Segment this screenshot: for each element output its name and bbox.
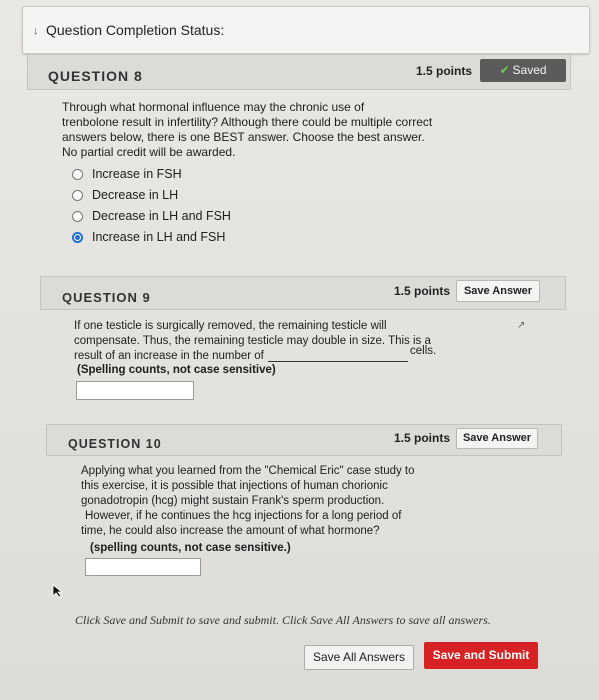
save-and-submit-button[interactable]: Save and Submit: [424, 642, 538, 669]
question-10-title: QUESTION 10: [68, 437, 162, 451]
question-10-save-answer-button[interactable]: Save Answer: [456, 428, 538, 449]
option-label: Decrease in LH: [92, 188, 179, 202]
radio-button[interactable]: [72, 168, 83, 180]
question-8-text: Through what hormonal influence may the …: [62, 100, 432, 160]
completion-status-bar[interactable]: ↓︎ Question Completion Status:: [22, 6, 590, 54]
option-label: Increase in LH and FSH: [92, 230, 226, 244]
question-10-text-line: Applying what you learned from the "Chem…: [81, 465, 415, 477]
save-all-answers-button[interactable]: Save All Answers: [304, 645, 414, 670]
question-8-text-line: answers below, there is one BEST answer.…: [62, 130, 425, 144]
option-increase-lh-fsh[interactable]: Increase in LH and FSH: [72, 230, 225, 244]
radio-button-selected[interactable]: [72, 231, 83, 243]
question-10-text-line: However, if he continues the hcg injecti…: [85, 510, 402, 522]
question-8-points: 1.5 points: [416, 64, 473, 78]
question-8-text-line: No partial credit will be awarded.: [62, 145, 236, 159]
question-9-points: 1.5 points: [394, 284, 451, 298]
question-9-line-3-end: cells.: [410, 345, 437, 357]
option-label: Decrease in LH and FSH: [92, 209, 231, 223]
question-9-line-2: compensate. Thus, the remaining testicle…: [74, 335, 431, 347]
question-9-answer-input[interactable]: [76, 381, 194, 400]
question-10-text-line: this exercise, it is possible that injec…: [81, 480, 388, 492]
question-10-answer-input[interactable]: [85, 558, 201, 576]
saved-label: Saved: [512, 63, 547, 77]
question-10-text-line: time, he could also increase the amount …: [81, 525, 380, 537]
question-8-text-line: trenbolone result in infertility? Althou…: [62, 115, 433, 129]
test-page: ↓︎ Question Completion Status: QUESTION …: [0, 0, 599, 700]
question-9-title: QUESTION 9: [62, 290, 151, 305]
question-10-spelling-note: (spelling counts, not case sensitive.): [90, 542, 291, 554]
check-icon: ✔: [499, 63, 510, 77]
question-10-points: 1.5 points: [394, 431, 451, 445]
submit-instructions: Click Save and Submit to save and submit…: [75, 613, 491, 627]
saved-badge: ✔ Saved: [480, 59, 566, 82]
option-decrease-lh-fsh[interactable]: Decrease in LH and FSH: [72, 209, 231, 223]
option-decrease-lh[interactable]: Decrease in LH: [72, 188, 178, 202]
question-9-line-1: If one testicle is surgically removed, t…: [74, 320, 387, 332]
option-increase-fsh[interactable]: Increase in FSH: [72, 167, 182, 181]
question-9-spelling-note: (Spelling counts, not case sensitive): [77, 364, 276, 376]
question-9-save-answer-button[interactable]: Save Answer: [456, 280, 540, 302]
question-10-text: Applying what you learned from the "Chem…: [81, 464, 415, 539]
option-label: Increase in FSH: [92, 167, 182, 181]
question-9-blank: [268, 361, 408, 362]
chevron-down-icon[interactable]: ↓︎: [33, 25, 39, 37]
radio-button[interactable]: [72, 210, 83, 222]
question-9-line-3: result of an increase in the number of: [74, 350, 264, 362]
resize-handle-icon[interactable]: ↗: [517, 320, 525, 331]
completion-status-label: Question Completion Status:: [46, 22, 225, 38]
radio-button[interactable]: [72, 189, 83, 201]
question-8-title: QUESTION 8: [48, 68, 143, 84]
mouse-cursor-icon: [52, 584, 64, 598]
question-10-text-line: gonadotropin (hcg) might sustain Frank's…: [81, 495, 385, 507]
question-8-text-line: Through what hormonal influence may the …: [62, 100, 365, 114]
